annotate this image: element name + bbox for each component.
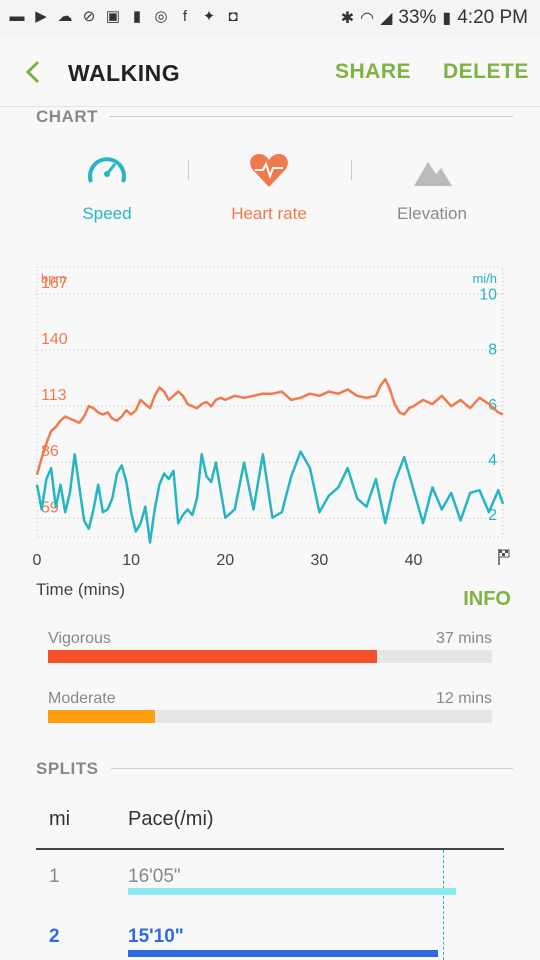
notification-icons: ▬ ▶ ☁ ⊘ ▣ ▮ ◎ f ✦ ◘	[8, 8, 242, 26]
tab-speed[interactable]: Speed	[32, 150, 182, 224]
back-button[interactable]	[20, 56, 48, 88]
tab-heart-rate[interactable]: Heart rate	[194, 150, 344, 224]
right-tick-label: 10	[479, 287, 497, 304]
app-header: WALKING SHARE DELETE	[0, 38, 540, 106]
x-axis-ticks: 0 10 20 30 40	[33, 552, 423, 569]
mountain-icon	[414, 162, 452, 186]
instagram-icon: ◘	[228, 8, 238, 25]
speed-series-line	[35, 450, 505, 544]
tab-elevation-label: Elevation	[397, 204, 467, 223]
activity-chart: bpm mi/h 1671401138659 108642 0 10 20 30 40	[33, 266, 510, 569]
x-tick-label: 20	[216, 552, 234, 569]
split-mile: 2	[49, 926, 60, 947]
status-right: ✱ ◠ ◢ 33% ▮ 4:20 PM	[341, 7, 528, 29]
signal-icon: ◢	[380, 10, 393, 27]
left-tick-label: 140	[41, 331, 68, 348]
tab-separator	[188, 160, 189, 180]
chevron-left-icon	[25, 60, 40, 84]
splits-col-mi: mi	[49, 808, 71, 830]
time-axis-label: Time (mins)	[36, 580, 126, 599]
status-time: 4:20 PM	[457, 7, 528, 28]
heart-rate-icon	[250, 154, 288, 187]
mute-icon: ⊘	[82, 8, 96, 25]
moderate-bar-track	[48, 710, 492, 723]
wifi-icon: ◠	[360, 10, 375, 27]
chart-grid	[37, 293, 503, 519]
split-pace: 16'05"	[128, 866, 181, 887]
info-button[interactable]: INFO	[463, 588, 511, 611]
split-pace-bar	[128, 888, 456, 895]
twitter-icon: ✦	[202, 8, 216, 25]
chart-section-line	[109, 116, 513, 117]
moderate-value: 12 mins	[435, 690, 492, 707]
chart-section-heading: CHART	[36, 107, 98, 126]
tablet-icon: ▮	[132, 8, 142, 25]
moderate-bar-fill	[48, 710, 155, 723]
splits-section-heading: SPLITS	[36, 759, 99, 778]
x-tick-label: 0	[33, 552, 42, 569]
image-icon: ▣	[105, 8, 121, 25]
left-tick-label: 113	[41, 387, 67, 404]
vigorous-value: 37 mins	[435, 630, 492, 647]
right-tick-label: 4	[488, 452, 497, 469]
x-tick-label: 40	[405, 552, 423, 569]
x-tick-label: 10	[122, 552, 140, 569]
vigorous-bar-track	[48, 650, 492, 663]
battery-icon: ▮	[442, 10, 452, 27]
tab-separator	[351, 160, 352, 180]
sync-icon: ◎	[154, 8, 168, 25]
finish-flag-icon	[498, 549, 510, 565]
bluetooth-icon: ✱	[340, 10, 355, 27]
vigorous-label: Vigorous	[48, 630, 111, 647]
right-axis-unit: mi/h	[472, 271, 497, 286]
splits-col-pace: Pace(/mi)	[128, 808, 214, 830]
battery-percent: 33%	[398, 7, 437, 28]
messages-icon: ▬	[9, 8, 25, 25]
tab-heart-rate-label: Heart rate	[231, 204, 307, 223]
split-mile: 1	[49, 866, 60, 887]
speedometer-icon	[88, 157, 126, 183]
cloud-icon: ☁	[57, 8, 73, 25]
tab-elevation[interactable]: Elevation	[357, 150, 507, 224]
play-store-icon: ▶	[35, 8, 47, 25]
splits-header-divider	[36, 848, 504, 850]
moderate-label: Moderate	[48, 690, 116, 707]
x-tick-label: 30	[311, 552, 329, 569]
tab-speed-label: Speed	[82, 204, 132, 223]
splits-section-line	[111, 768, 513, 769]
split-pace: 15'10"	[128, 926, 184, 947]
delete-button[interactable]: DELETE	[443, 60, 529, 84]
heart-rate-series-line	[35, 377, 504, 476]
average-pace-marker	[443, 850, 444, 960]
split-pace-bar	[128, 950, 438, 957]
vigorous-bar-fill	[48, 650, 377, 663]
share-button[interactable]: SHARE	[335, 60, 411, 84]
status-bar: ▬ ▶ ☁ ⊘ ▣ ▮ ◎ f ✦ ◘ ✱ ◠ ◢ 33% ▮ 4:20 PM	[0, 0, 540, 38]
right-axis-ticks: 108642	[479, 287, 497, 524]
page-title: WALKING	[68, 60, 181, 86]
left-tick-label: 167	[41, 275, 68, 292]
facebook-icon: f	[182, 8, 188, 25]
right-tick-label: 8	[488, 342, 497, 359]
